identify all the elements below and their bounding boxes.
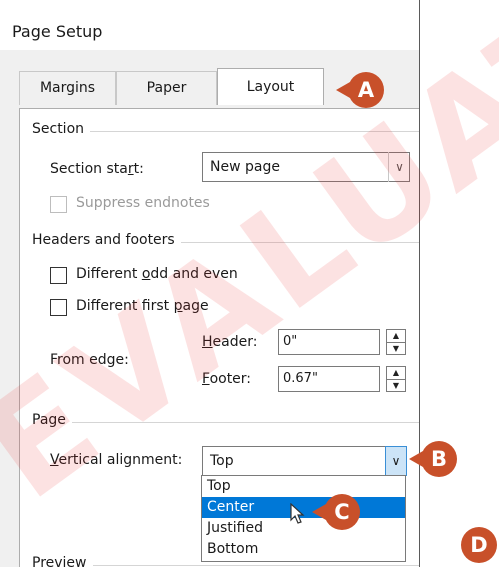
from-edge-label: From edge: — [50, 352, 129, 368]
callout-c: C — [312, 494, 360, 530]
chevron-down-icon[interactable]: ∨ — [388, 152, 410, 182]
vertical-alignment-select[interactable]: Top ∨ — [202, 446, 407, 476]
different-first-page-label: Different first page — [76, 298, 209, 314]
different-first-page-checkbox[interactable] — [50, 299, 67, 316]
header-label: Header: — [202, 334, 258, 350]
different-odd-even-checkbox[interactable] — [50, 267, 67, 284]
page-heading: Page — [32, 412, 72, 428]
section-heading: Section — [32, 121, 91, 137]
section-start-label: Section start: — [50, 161, 144, 177]
preview-heading: Preview — [32, 555, 93, 567]
spin-up-icon[interactable]: ▲ — [387, 367, 405, 380]
footer-label: Footer: — [202, 371, 252, 387]
mouse-pointer-icon — [290, 503, 305, 524]
suppress-endnotes-label: Suppress endnotes — [76, 195, 210, 211]
header-distance-input[interactable]: 0" — [278, 329, 380, 355]
suppress-endnotes-checkbox[interactable] — [50, 196, 67, 213]
vertical-alignment-label: Vertical alignment: — [50, 452, 183, 468]
section-divider — [32, 131, 419, 132]
callout-d: D — [461, 527, 497, 563]
tab-paper[interactable]: Paper — [116, 71, 217, 105]
header-spinner[interactable]: ▲ ▼ — [386, 329, 406, 355]
different-odd-even-label: Different odd and even — [76, 266, 238, 282]
callout-b: B — [409, 441, 457, 477]
title-bar: Page Setup — [0, 0, 419, 50]
option-top[interactable]: Top — [202, 476, 405, 497]
spin-down-icon[interactable]: ▼ — [387, 380, 405, 392]
tab-layout[interactable]: Layout — [217, 68, 324, 105]
section-start-value: New page — [210, 159, 280, 175]
headers-footers-heading: Headers and footers — [32, 232, 181, 248]
spin-up-icon[interactable]: ▲ — [387, 330, 405, 343]
callout-a: A — [336, 72, 384, 108]
chevron-down-icon[interactable]: ∨ — [385, 446, 407, 476]
spin-down-icon[interactable]: ▼ — [387, 343, 405, 355]
footer-spinner[interactable]: ▲ ▼ — [386, 366, 406, 392]
footer-distance-input[interactable]: 0.67" — [278, 366, 380, 392]
option-bottom[interactable]: Bottom — [202, 539, 405, 560]
tab-margins[interactable]: Margins — [19, 71, 116, 105]
dialog-title: Page Setup — [12, 22, 103, 41]
section-start-select[interactable]: New page ∨ — [202, 152, 410, 182]
vertical-alignment-value: Top — [210, 453, 234, 469]
page-divider — [32, 422, 419, 423]
